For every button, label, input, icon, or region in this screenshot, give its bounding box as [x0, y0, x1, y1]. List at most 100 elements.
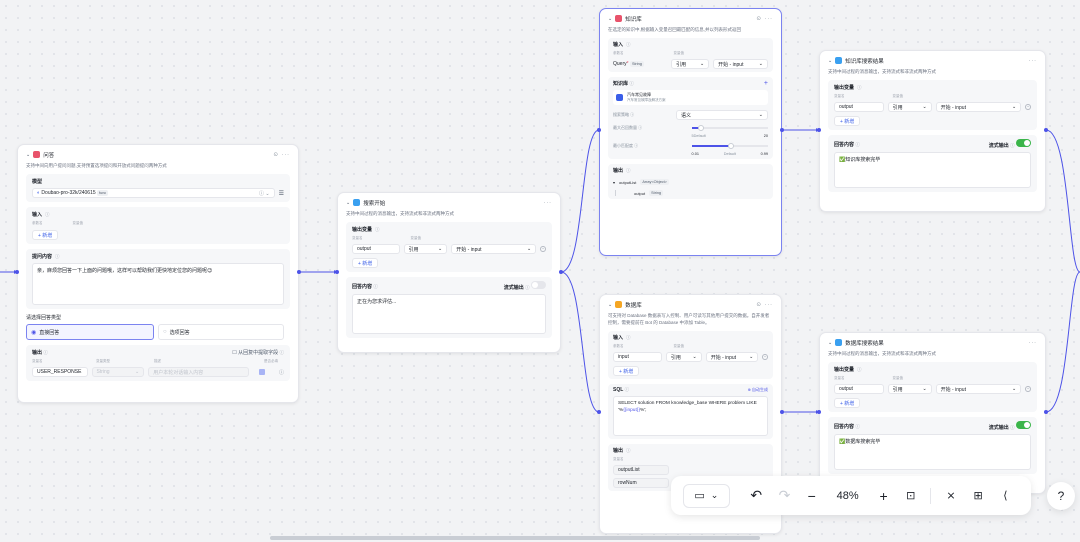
port-dbresult-out[interactable] [1044, 410, 1048, 414]
answer-option-option[interactable]: ○ 选项回答 [158, 324, 284, 340]
slider-handle[interactable] [728, 143, 735, 149]
port-kbresult-in[interactable] [817, 128, 821, 132]
reply-textarea[interactable]: ✅知识库搜索完毕 [834, 152, 1031, 188]
out-name-field[interactable]: USER_RESPONSE [32, 367, 88, 377]
question-textarea[interactable]: 亲，麻烦您回答一下上面的问题哦，这样可以帮助我们更快地定位您的问题呢😉 [32, 263, 284, 305]
node-actions[interactable]: ··· [544, 200, 553, 206]
remove-icon[interactable]: − [1025, 386, 1032, 392]
stream-toggle[interactable] [1016, 139, 1031, 147]
ref-value-select[interactable]: 开始 - input ⌄ [713, 59, 768, 69]
ref-select[interactable]: 引用 ⌄ [887, 102, 932, 112]
port-dbresult-in[interactable] [817, 410, 821, 414]
info-icon: ⓘ [626, 334, 631, 340]
undo-button[interactable]: ↶ [742, 484, 771, 508]
ref-select[interactable]: 引用 ⌄ [671, 59, 710, 69]
zoom-out-button[interactable]: − [798, 484, 825, 508]
chevron-down-icon: ⌄ [749, 354, 754, 360]
out-desc-field[interactable]: 用户本轮对话输入内容 [148, 367, 250, 377]
add-kb-icon[interactable]: + [764, 80, 768, 87]
minus-icon: − [807, 487, 816, 504]
node-actions[interactable]: ⊙ ··· [756, 302, 773, 308]
reply-textarea[interactable]: ✅数据库搜索完毕 [834, 434, 1031, 470]
expand-icon[interactable]: ▾ [613, 180, 615, 185]
db-result-node[interactable]: ⌄ 数据库搜索结果 ··· 支持中间过程的消息输出，支持流式和非流式两种方式 输… [819, 332, 1046, 494]
slider-handle[interactable] [698, 125, 705, 131]
stream-label: 流式输出 [988, 425, 1009, 431]
out2-field: rowNum [613, 478, 669, 488]
minimap-toggle-button[interactable]: ▭ ⌄ [683, 483, 730, 508]
port-kb-in[interactable] [597, 128, 601, 132]
knowledge-node[interactable]: ⌄ 知识库 ⊙ ··· 在选定的知识中,根据输入变量召回最匹配的信息,并以列表形… [599, 8, 782, 256]
add-var-button[interactable]: + 新增 [834, 398, 861, 408]
add-var-button[interactable]: + 新增 [834, 116, 861, 126]
port-search-in[interactable] [335, 270, 339, 274]
stream-toggle[interactable] [1016, 421, 1031, 429]
kb-result-node[interactable]: ⌄ 知识库搜索结果 ··· 支持中间过程的消息输出，支持流式和非流式两种方式 输… [819, 50, 1046, 212]
help-button[interactable]: ? [1047, 482, 1075, 510]
chevron-down-icon: ⌄ [1012, 386, 1017, 392]
add-input-button[interactable]: + 新增 [32, 230, 59, 240]
collapse-chevron-icon[interactable]: ⌄ [26, 152, 30, 158]
sql-textarea[interactable]: SELECT solution FROM knowledge_base WHER… [613, 396, 768, 436]
add-var-button[interactable]: + 新增 [352, 258, 379, 268]
ref-value-select[interactable]: 开始 - input ⌄ [705, 352, 759, 362]
add-input-button[interactable]: + 新增 [613, 366, 640, 376]
answer-direct-option[interactable]: ◉ 直接回答 [26, 324, 154, 340]
node-actions[interactable]: ··· [1029, 340, 1038, 346]
ref-select[interactable]: 引用 ⌄ [403, 244, 448, 254]
collapse-chevron-icon[interactable]: ⌄ [828, 58, 832, 64]
var-name-field[interactable]: output [834, 102, 884, 112]
node-actions[interactable]: ··· [1029, 58, 1038, 64]
zoom-in-button[interactable]: + [870, 484, 897, 508]
ref-select[interactable]: 引用 ⌄ [887, 384, 932, 394]
required-checkbox[interactable] [259, 369, 265, 375]
collapse-chevron-icon[interactable]: ⌄ [346, 200, 350, 206]
node-actions[interactable]: ⊙ ··· [756, 16, 773, 22]
ref-value-select[interactable]: 开始 - input ⌄ [451, 244, 537, 254]
reply-textarea[interactable]: 正在为您求评估... [352, 294, 546, 334]
max-recall-slider[interactable] [691, 125, 768, 131]
min-match-slider[interactable] [691, 143, 768, 149]
port-db-in[interactable] [597, 410, 601, 414]
port-question-in[interactable] [15, 270, 19, 274]
auto-gen-button[interactable]: ⊕ 自动生成 [748, 387, 768, 393]
ref-value-select[interactable]: 开始 - input ⌄ [935, 384, 1022, 394]
settings-icon[interactable]: ☰ [279, 190, 284, 197]
chevron-down-icon: ⌄ [758, 112, 763, 118]
layout-button[interactable]: ⊞ [965, 484, 992, 508]
input-label: 输入 [32, 212, 43, 218]
remove-icon[interactable]: − [1025, 104, 1032, 110]
out-type-select[interactable]: String ⌄ [91, 367, 145, 377]
var-name-field[interactable]: output [834, 384, 884, 394]
collapse-chevron-icon[interactable]: ⌄ [608, 302, 612, 308]
line-style-button[interactable]: ⟨ [992, 484, 1019, 508]
port-kbresult-out[interactable] [1044, 128, 1048, 132]
model-select[interactable]: ◐ Doubao-pro-32k/240615 func ⓘ ⌄ [32, 188, 275, 198]
port-db-out[interactable] [780, 410, 784, 414]
horizontal-scrollbar[interactable] [270, 536, 760, 540]
fit-view-button[interactable]: ⊡ [897, 484, 924, 508]
sql-label: SQL [613, 387, 624, 393]
strategy-select[interactable]: 语义 ⌄ [676, 110, 768, 120]
collapse-chevron-icon[interactable]: ⌄ [608, 16, 612, 22]
remove-icon[interactable]: − [540, 246, 546, 252]
collapse-chevron-icon[interactable]: ⌄ [828, 340, 832, 346]
node-actions[interactable]: ⊙ ··· [273, 152, 290, 158]
ref-select[interactable]: 引用 ⌄ [665, 352, 702, 362]
ref-value-select[interactable]: 开始 - input ⌄ [935, 102, 1022, 112]
search-start-node[interactable]: ⌄ 搜索开始 ··· 支持中间过程的消息输出，支持流式和非流式两种方式 输出变量… [337, 192, 561, 353]
port-kb-out[interactable] [780, 128, 784, 132]
remove-icon[interactable]: − [762, 354, 768, 360]
input-name-field[interactable]: input [613, 352, 662, 362]
port-question-out[interactable] [297, 270, 301, 274]
radio-empty-icon: ○ [163, 329, 167, 335]
var-name-field[interactable]: output [352, 244, 400, 254]
checkbox[interactable]: ☐ [232, 350, 236, 356]
kb-sub: 汽车常见故障及解决方案 [627, 98, 666, 102]
collapse-all-button[interactable]: ⨯ [937, 484, 964, 508]
zoom-level[interactable]: 48% [825, 484, 870, 508]
redo-button[interactable]: ↷ [771, 484, 798, 508]
port-search-out[interactable] [559, 270, 563, 274]
stream-toggle[interactable] [531, 281, 546, 289]
question-node[interactable]: ⌄ 问答 ⊙ ··· 支持中间向用户提问问题,支持预置选项提问和开放式问题提问两… [17, 144, 299, 403]
